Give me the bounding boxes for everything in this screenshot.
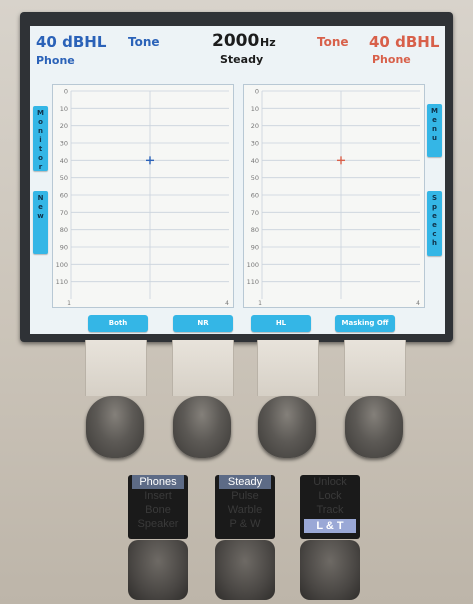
- stimulus-selector-labels: Steady Pulse Warble P & W: [215, 475, 275, 539]
- y-tick-label: 70: [251, 209, 259, 217]
- speaker-label: Speaker: [137, 518, 179, 530]
- y-tick-label: 110: [56, 278, 68, 286]
- l-and-t-label: L & T: [304, 519, 356, 533]
- threshold-marker: [146, 156, 154, 165]
- y-tick-label: 100: [56, 261, 68, 269]
- left-ear-panel: 0 10 20 30 40 50 60 70 80 90 100 110 1 4: [52, 84, 234, 308]
- y-tick-label: 10: [60, 105, 68, 113]
- audiometer-screen: 40 dBHL Tone Phone 2000 Hz Steady Tone 4…: [30, 26, 445, 334]
- menu-tab[interactable]: M e n u: [427, 104, 442, 157]
- softkey-3-button[interactable]: [258, 396, 316, 458]
- y-tick-label: 40: [60, 157, 68, 165]
- x-tick-label: 1: [258, 300, 262, 307]
- y-tick-label: 10: [251, 105, 259, 113]
- y-tick-label: 20: [60, 122, 68, 130]
- softkey-1-cap: [85, 340, 147, 396]
- y-tick-label: 90: [251, 244, 259, 252]
- y-tick-label: 40: [251, 157, 259, 165]
- y-tick-label: 50: [60, 174, 68, 182]
- masking-off-tab[interactable]: Masking Off: [335, 315, 395, 332]
- y-tick-label: 0: [64, 88, 68, 96]
- y-tick-label: 20: [251, 122, 259, 130]
- y-tick-label: 30: [60, 140, 68, 148]
- warble-label: Warble: [227, 504, 263, 516]
- softkey-2-cap: [172, 340, 234, 396]
- y-tick-label: 90: [60, 244, 68, 252]
- softkey-2-button[interactable]: [173, 396, 231, 458]
- link-selector-labels: Unlock Lock Track L & T: [300, 475, 360, 539]
- lock-label: Lock: [318, 490, 342, 502]
- nr-tab[interactable]: NR: [173, 315, 233, 332]
- stimulus-selector-button[interactable]: [215, 540, 275, 600]
- x-tick-label: 1: [67, 300, 71, 307]
- y-tick-label: 0: [255, 88, 259, 96]
- right-mode: Tone: [317, 35, 349, 49]
- monitor-tab[interactable]: M o n i t o r: [33, 106, 48, 171]
- y-tick-label: 60: [60, 192, 68, 200]
- transducer-selector-button[interactable]: [128, 540, 188, 600]
- pulse-label: Pulse: [231, 490, 259, 502]
- hl-tab[interactable]: HL: [251, 315, 311, 332]
- transducer-selector-labels: Phones Insert Bone Speaker: [128, 475, 188, 539]
- phones-label: Phones: [132, 475, 184, 489]
- softkey-3-cap: [257, 340, 319, 396]
- y-tick-label: 80: [251, 226, 259, 234]
- bone-label: Bone: [145, 504, 171, 516]
- new-tab[interactable]: N e w: [33, 191, 48, 254]
- softkey-1-button[interactable]: [86, 396, 144, 458]
- y-tick-label: 30: [251, 140, 259, 148]
- track-label: Track: [316, 504, 344, 516]
- frequency-unit: Hz: [260, 36, 276, 49]
- right-level: 40 dBHL: [369, 33, 440, 51]
- insert-label: Insert: [144, 490, 172, 502]
- right-ear-panel: 0 10 20 30 40 50 60 70 80 90 100 110 1 4: [243, 84, 425, 308]
- link-selector-button[interactable]: [300, 540, 360, 600]
- y-tick-label: 80: [60, 226, 68, 234]
- y-tick-label: 60: [251, 192, 259, 200]
- both-tab[interactable]: Both: [88, 315, 148, 332]
- softkey-4-button[interactable]: [345, 396, 403, 458]
- y-tick-label: 70: [60, 209, 68, 217]
- steady-label: Steady: [219, 475, 271, 489]
- frequency-value: 2000: [212, 31, 260, 51]
- stimulus-type: Steady: [220, 53, 264, 66]
- left-mode: Tone: [128, 35, 160, 49]
- speech-tab[interactable]: S p e e c h: [427, 191, 442, 256]
- y-tick-label: 110: [247, 278, 259, 286]
- threshold-marker: [337, 156, 345, 165]
- unlock-label: Unlock: [313, 476, 347, 488]
- x-tick-label: 4: [416, 300, 420, 307]
- y-tick-label: 100: [247, 261, 259, 269]
- left-audiogram[interactable]: 0 10 20 30 40 50 60 70 80 90 100 110 1 4: [53, 85, 233, 308]
- x-tick-label: 4: [225, 300, 229, 307]
- right-transducer: Phone: [372, 53, 411, 66]
- softkey-4-cap: [344, 340, 406, 396]
- right-audiogram[interactable]: 0 10 20 30 40 50 60 70 80 90 100 110 1 4: [244, 85, 424, 308]
- left-transducer: Phone: [36, 54, 75, 67]
- audiometer-device: 40 dBHL Tone Phone 2000 Hz Steady Tone 4…: [0, 0, 473, 604]
- left-level: 40 dBHL: [36, 33, 107, 51]
- p-and-w-label: P & W: [229, 518, 261, 530]
- y-tick-label: 50: [251, 174, 259, 182]
